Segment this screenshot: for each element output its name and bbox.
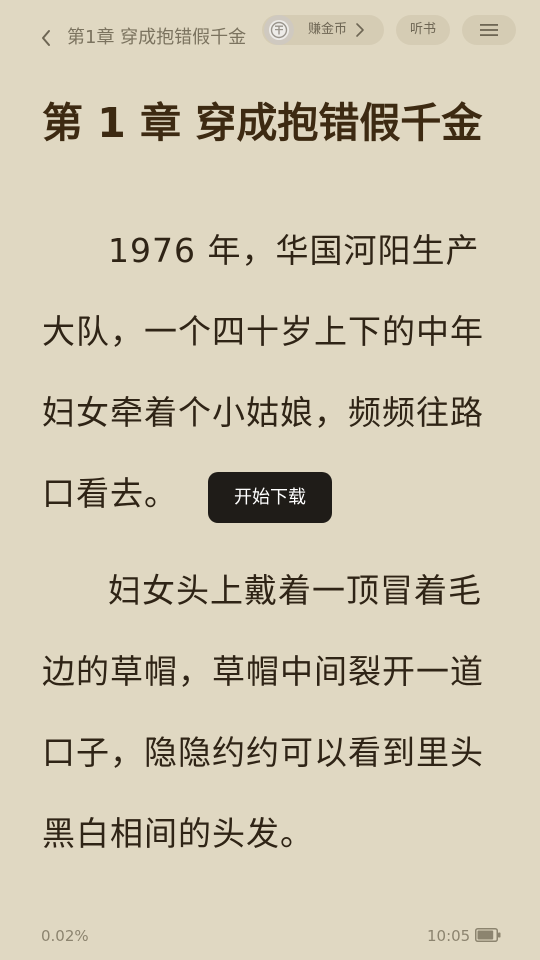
back-button[interactable] <box>36 24 56 52</box>
chevron-right-icon <box>356 23 364 37</box>
earn-coins-label: 赚金币 <box>308 22 348 37</box>
menu-button[interactable] <box>462 15 516 45</box>
coin-icon <box>264 15 294 45</box>
chapter-title: 第 1 章 穿成抱错假千金 <box>42 99 483 147</box>
download-toast: 开始下载 <box>208 472 332 523</box>
paragraph: 妇女头上戴着一顶冒着毛边的草帽，草帽中间裂开一道口子，隐隐约约可以看到里头黑白相… <box>42 571 484 853</box>
clock-time: 10:05 <box>427 927 471 945</box>
battery-fill <box>477 930 494 940</box>
chevron-left-icon <box>42 30 50 46</box>
reader-screen[interactable]: 第1章 穿成抱错假千金 赚金币 听书 第 1 章 穿成抱错假千金 1976 年，… <box>0 0 540 960</box>
hamburger-menu-icon <box>480 24 498 36</box>
listen-button[interactable]: 听书 <box>396 15 450 45</box>
battery-icon <box>475 928 501 942</box>
reader-top-bar: 第1章 穿成抱错假千金 赚金币 听书 <box>0 0 540 60</box>
earn-coins-button[interactable]: 赚金币 <box>262 15 384 45</box>
reading-progress: 0.02% <box>41 927 89 945</box>
chapter-breadcrumb: 第1章 穿成抱错假千金 <box>67 27 247 48</box>
chapter-content[interactable]: 1976 年，华国河阳生产大队，一个四十岁上下的中年妇女牵着个小姑娘，频频往路口… <box>42 210 504 874</box>
